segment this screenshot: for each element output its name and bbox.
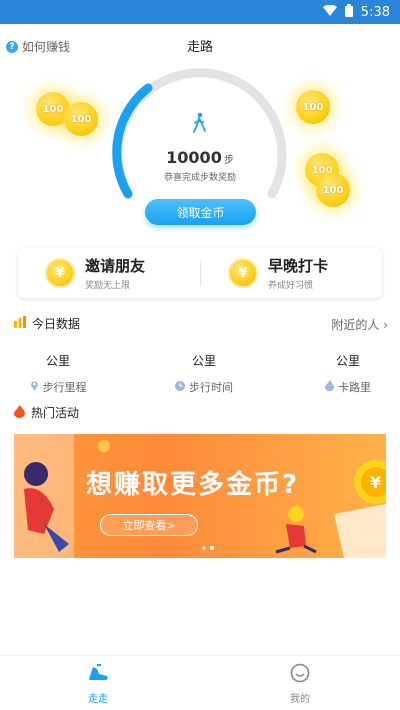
tab-label: 走走 xyxy=(88,694,108,705)
banner-headline: 想赚取更多金币? xyxy=(86,470,300,500)
flame-icon xyxy=(325,380,334,394)
stat-time: 公里 步行时间 xyxy=(166,352,242,395)
yen-coin-icon: ¥ xyxy=(45,258,75,288)
stat-unit: 公里 xyxy=(335,354,360,368)
card-title: 早晚打卡 xyxy=(268,257,329,275)
bar-chart-icon xyxy=(14,316,26,331)
coin-reward[interactable]: 100 xyxy=(296,90,330,124)
nearby-people-link[interactable]: 附近的人 › xyxy=(331,316,388,333)
stat-unit: 公里 xyxy=(45,354,70,368)
clock-icon xyxy=(175,380,185,394)
status-bar: 5:38 xyxy=(0,0,400,24)
fire-icon xyxy=(14,404,25,421)
card-subtitle: 奖励无上限 xyxy=(85,281,131,291)
stat-label: 步行时间 xyxy=(189,381,233,394)
today-data-title: 今日数据 xyxy=(32,317,81,331)
promo-banner[interactable]: ¥ 想赚取更多金币? 立即查看> xyxy=(14,434,386,558)
invite-friends-card[interactable]: ¥ 邀请朋友 奖励无上限 xyxy=(18,248,200,298)
profile-face-icon xyxy=(270,662,330,684)
tab-walk[interactable]: 走走 xyxy=(68,662,128,705)
card-subtitle: 养成好习惯 xyxy=(268,281,314,291)
card-title: 邀请朋友 xyxy=(85,257,146,275)
today-data-header: 今日数据 xyxy=(14,315,80,332)
wifi-icon xyxy=(322,4,337,21)
check-in-card[interactable]: ¥ 早晚打卡 养成好习惯 xyxy=(200,248,382,298)
claim-coins-button[interactable]: 领取金币 xyxy=(145,199,256,225)
steps-subtitle: 恭喜完成步数奖励 xyxy=(163,173,236,183)
stat-distance: 公里 步行里程 xyxy=(20,352,96,395)
stat-label: 卡路里 xyxy=(338,381,371,394)
tab-label: 我的 xyxy=(290,694,310,705)
status-time: 5:38 xyxy=(360,5,390,20)
stat-unit: 公里 xyxy=(191,354,216,368)
hot-activity-title: 热门活动 xyxy=(31,406,80,420)
steps-unit: 步 xyxy=(223,155,234,166)
running-shoe-icon xyxy=(68,662,128,684)
battery-icon xyxy=(344,4,353,21)
stat-label: 步行里程 xyxy=(42,381,87,394)
yen-coin-icon: ¥ xyxy=(228,258,258,288)
walking-person-icon xyxy=(192,112,208,138)
banner-dot[interactable] xyxy=(210,546,214,550)
location-icon xyxy=(30,380,39,394)
hot-activity-header: 热门活动 xyxy=(14,404,79,421)
action-cards: ¥ 邀请朋友 奖励无上限 ¥ 早晚打卡 养成好习惯 xyxy=(18,248,382,298)
banner-view-now-button[interactable]: 立即查看> xyxy=(100,514,198,536)
page-title: 走路 xyxy=(186,40,213,55)
steps-value: 10000 xyxy=(166,148,222,167)
tab-mine[interactable]: 我的 xyxy=(270,662,330,705)
coin-reward[interactable]: 100 xyxy=(64,102,98,136)
banner-dot[interactable] xyxy=(202,546,206,550)
steps-count: 10000 步 xyxy=(0,148,400,167)
stat-calories: 公里 卡路里 xyxy=(310,352,386,395)
bottom-tab-bar: 走走 我的 xyxy=(0,655,400,710)
svg-text:¥: ¥ xyxy=(370,473,381,492)
banner-pagination xyxy=(202,546,214,550)
status-bar-right: 5:38 xyxy=(322,4,390,21)
